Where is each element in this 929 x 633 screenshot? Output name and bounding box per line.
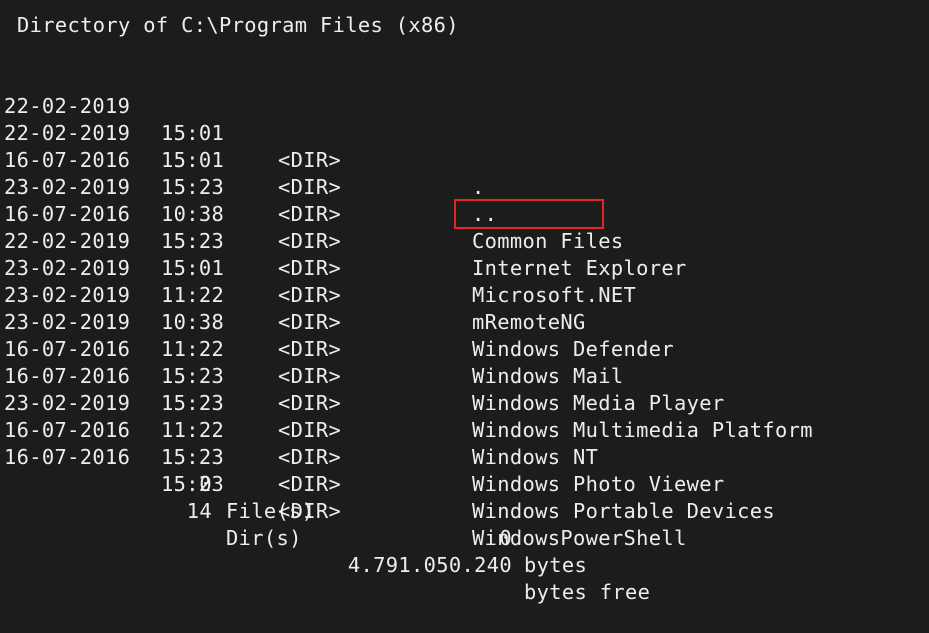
entry-time: 15:01 xyxy=(161,148,225,172)
dir-listing-row: 22-02-2019 15:01 <DIR> .. xyxy=(0,93,497,226)
dir-listing-row: 23-02-2019 10:38 <DIR> Windows Mail xyxy=(0,255,623,388)
entry-type: <DIR> xyxy=(278,337,342,361)
entry-name: Common Files xyxy=(472,229,624,253)
entry-time: 10:38 xyxy=(161,310,225,334)
entry-name: Windows Multimedia Platform xyxy=(472,418,813,442)
dir-listing-row: 16-07-2016 15:23 <DIR> Windows Portable … xyxy=(0,390,775,523)
dir-listing-row-highlighted: 22-02-2019 15:01 <DIR> mRemoteNG xyxy=(0,201,585,334)
entry-time: 15:23 xyxy=(161,391,225,415)
entry-name: Windows Mail xyxy=(472,364,624,388)
dir-listing-row: 23-02-2019 11:22 <DIR> Windows Defender xyxy=(0,228,674,361)
entry-time: 15:01 xyxy=(161,256,225,280)
entry-type: <DIR> xyxy=(278,418,342,442)
entry-type: <DIR> xyxy=(278,283,342,307)
highlight-box xyxy=(454,199,604,229)
entry-type: <DIR> xyxy=(278,148,342,172)
dirs-label: Dir(s) xyxy=(226,526,302,550)
dir-listing-row: 23-02-2019 11:22 <DIR> Windows Photo Vie… xyxy=(0,363,724,496)
dirs-count: 14 xyxy=(186,499,212,523)
entry-name: Windows Portable Devices xyxy=(472,499,776,523)
files-label: File(s) xyxy=(226,499,315,523)
entry-name: Internet Explorer xyxy=(472,256,687,280)
dirs-bytes-unit: bytes free xyxy=(524,580,651,604)
entry-name: mRemoteNG xyxy=(472,310,586,334)
entry-name: . xyxy=(472,175,485,199)
entry-type: <DIR> xyxy=(278,175,342,199)
dir-listing-row: 16-07-2016 15:23 <DIR> Windows Multimedi… xyxy=(0,309,813,442)
directory-header: Directory of C:\Program Files (x86) xyxy=(17,13,459,37)
files-bytes-unit: bytes xyxy=(524,553,588,577)
entry-type: <DIR> xyxy=(278,391,342,415)
dir-listing-row: 23-02-2019 10:38 <DIR> Internet Explorer xyxy=(0,147,686,280)
entry-type: <DIR> xyxy=(278,202,342,226)
dir-listing-row: 16-07-2016 15:23 <DIR> Microsoft.NET xyxy=(0,174,636,307)
entry-time: 15:23 xyxy=(161,229,225,253)
entry-time: 15:23 xyxy=(161,175,225,199)
entry-name: Microsoft.NET xyxy=(472,283,637,307)
entry-time: 15:01 xyxy=(161,121,225,145)
entry-time: 11:22 xyxy=(161,337,225,361)
dir-listing-row: 16-07-2016 15:23 <DIR> Windows NT xyxy=(0,336,598,469)
entry-time: 11:22 xyxy=(161,283,225,307)
entry-time: 15:23 xyxy=(161,364,225,388)
entry-name: Windows Defender xyxy=(472,337,675,361)
entry-type: <DIR> xyxy=(278,229,342,253)
entry-type: <DIR> xyxy=(278,256,342,280)
dirs-bytes: 4.791.050.240 xyxy=(347,553,512,577)
entry-type: <DIR> xyxy=(278,310,342,334)
entry-type: <DIR> xyxy=(278,364,342,388)
entry-time: 11:22 xyxy=(161,418,225,442)
dir-listing-row: 23-02-2019 11:22 <DIR> Windows Media Pla… xyxy=(0,282,724,415)
files-summary: 0 File(s) 0 bytes xyxy=(0,444,929,577)
entry-time: 10:38 xyxy=(161,202,225,226)
entry-name: Windows Media Player xyxy=(472,391,725,415)
dirs-summary: 14 Dir(s) 4.791.050.240 bytes free xyxy=(0,471,929,604)
dir-listing-row: 16-07-2016 15:23 <DIR> Common Files xyxy=(0,120,623,253)
dir-listing-row: 16-07-2016 15:23 <DIR> WindowsPowerShell xyxy=(0,417,686,550)
dir-listing-row: 22-02-2019 15:01 <DIR> . xyxy=(0,66,484,199)
